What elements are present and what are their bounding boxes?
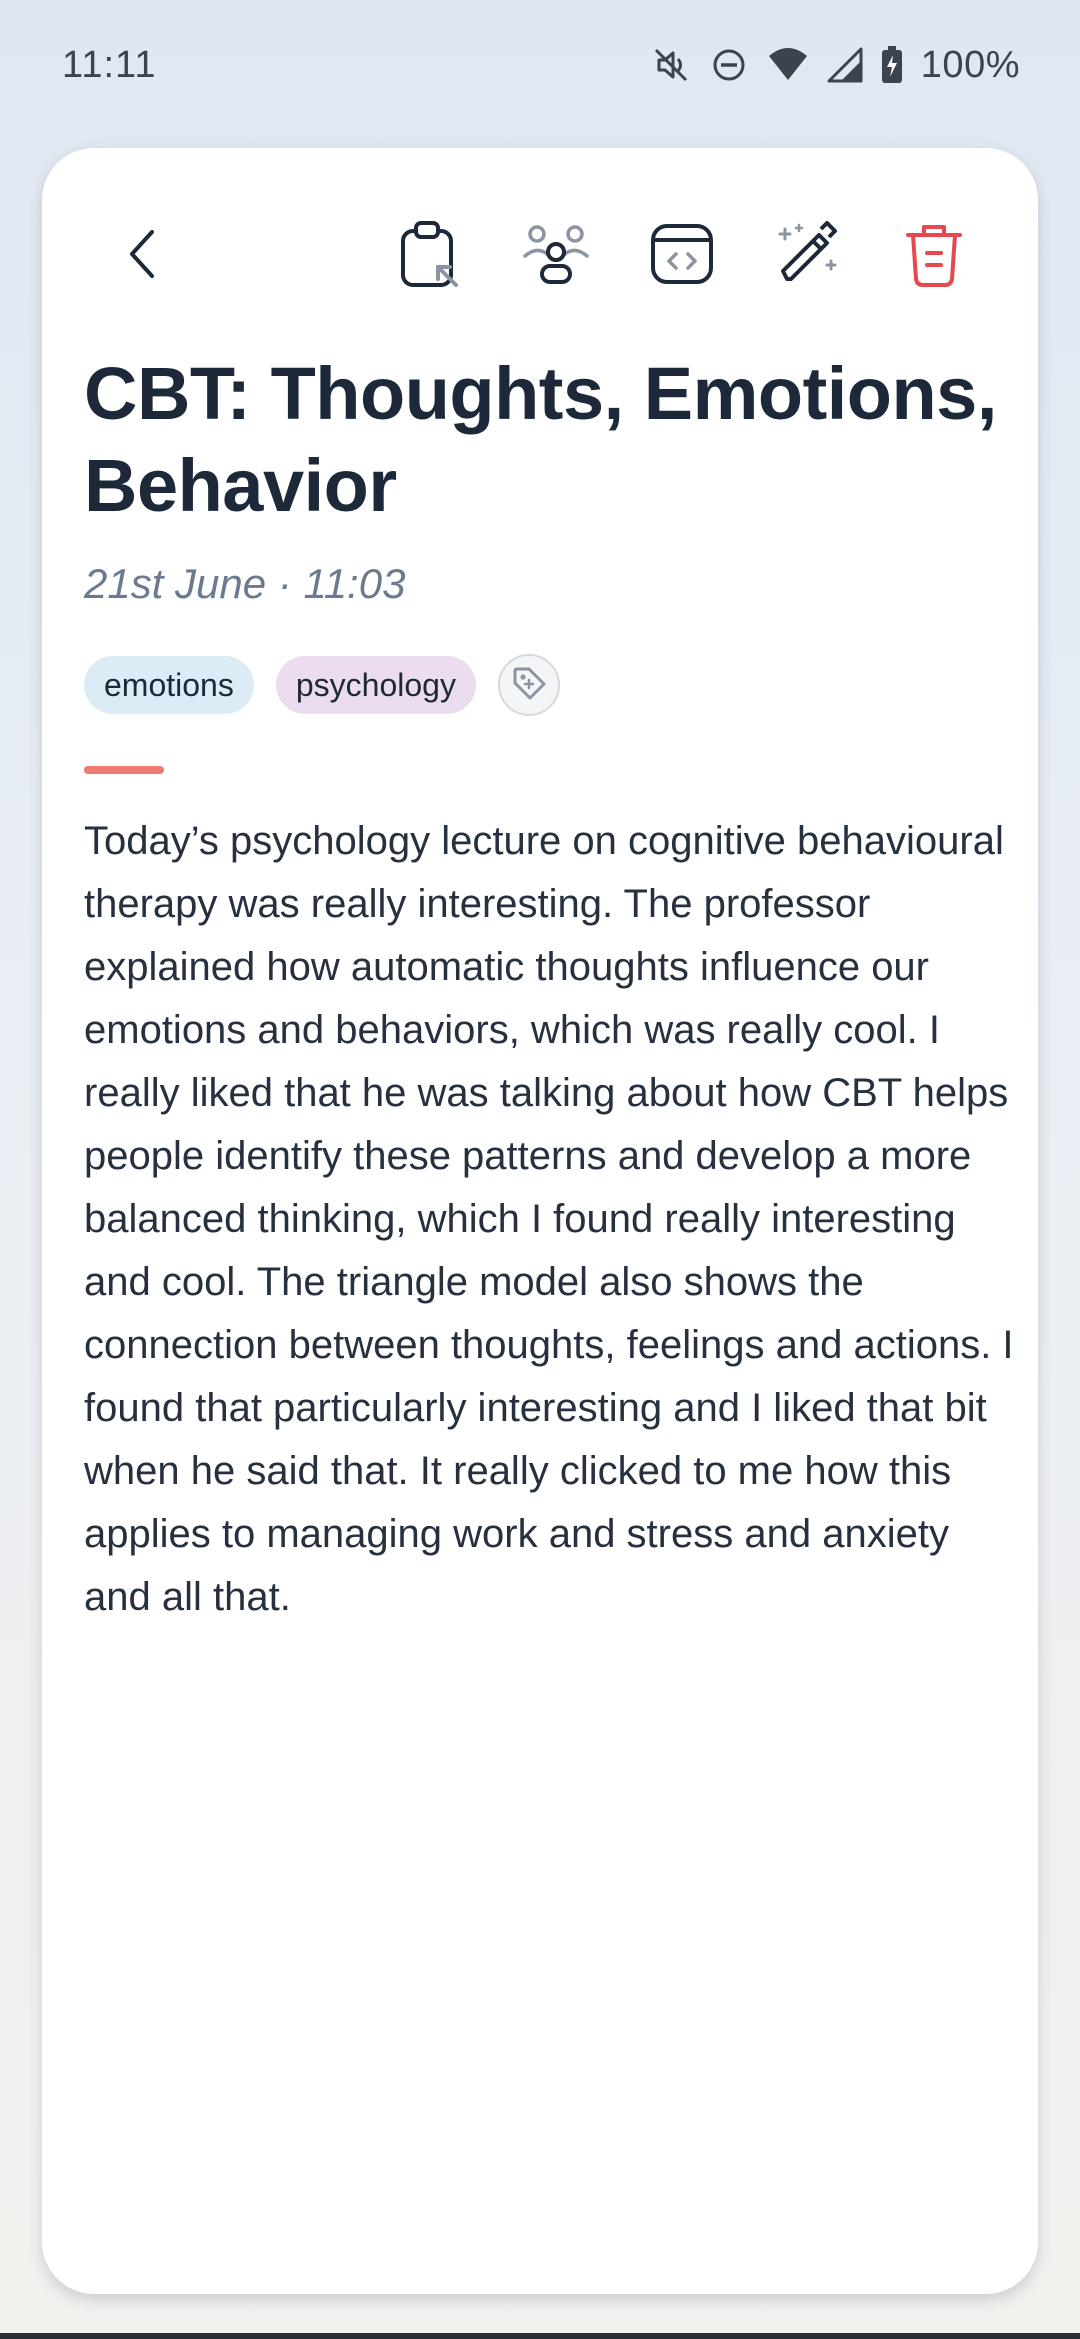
note-body[interactable]: Today’s psychology lecture on cognitive … [84,810,1014,1629]
share-people-button[interactable] [516,216,596,296]
battery-charging-icon [881,46,903,84]
trash-icon [904,221,964,292]
note-card: CBT: Thoughts, Emotions, Behavior 21st J… [42,148,1038,2294]
signal-icon [827,47,863,83]
battery-percentage: 100% [920,43,1020,86]
mute-icon [651,45,691,85]
note-date: 21st June · 11:03 [84,560,406,607]
note-toolbar [42,148,1038,368]
status-icons: 100% [651,44,1020,87]
add-tag-button[interactable] [497,654,560,716]
embed-button[interactable] [642,216,722,296]
embed-code-icon [649,222,715,291]
note-title[interactable]: CBT: Thoughts, Emotions, Behavior [84,348,1004,532]
tag-emotions[interactable]: emotions [84,656,254,714]
magic-pen-icon [775,220,841,292]
bottom-edge [0,2333,1080,2339]
accent-divider [84,766,164,774]
tag-list: emotions psychology [84,654,560,716]
back-button[interactable] [106,216,186,296]
tag-psychology[interactable]: psychology [275,656,476,714]
status-time: 11:11 [62,43,157,86]
status-bar: 11:11 100% [0,0,1080,130]
back-icon [116,224,176,289]
people-icon [523,222,589,291]
wifi-icon [767,46,809,84]
delete-button[interactable] [894,216,974,296]
dnd-icon [709,45,749,85]
copy-button[interactable] [390,216,470,296]
magic-edit-button[interactable] [768,216,848,296]
tag-add-icon [510,664,548,707]
clipboard-icon [398,219,462,294]
